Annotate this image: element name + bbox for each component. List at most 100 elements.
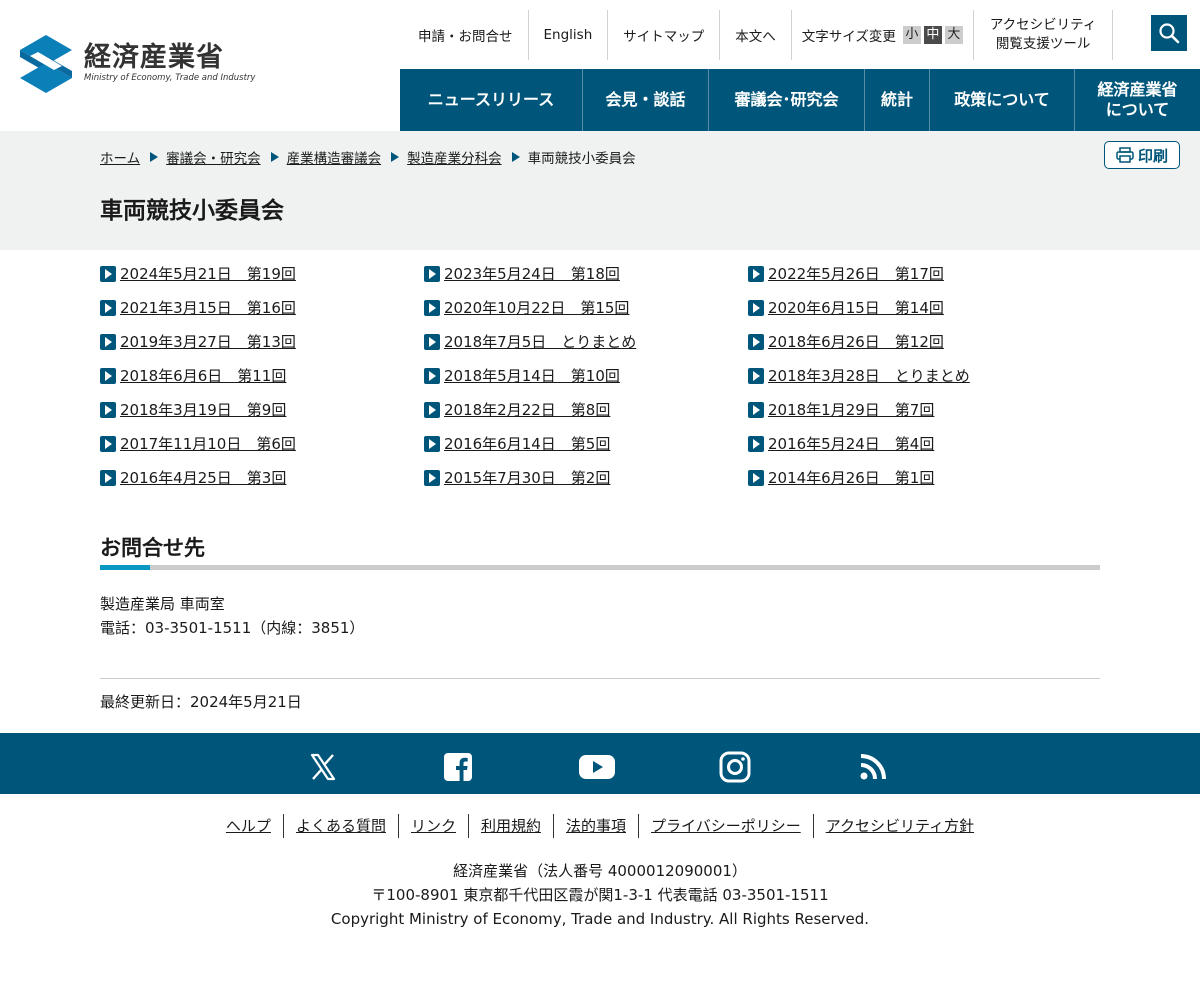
gnav-press[interactable]: 会見・談話 bbox=[583, 69, 709, 131]
footer-link[interactable]: よくある質問 bbox=[282, 814, 398, 838]
meeting-link[interactable]: 2018年5月14日 第10回 bbox=[444, 365, 620, 386]
meeting-link[interactable]: 2019年3月27日 第13回 bbox=[120, 331, 296, 352]
meeting-link[interactable]: 2018年3月19日 第9回 bbox=[120, 399, 286, 420]
print-button[interactable]: 印刷 bbox=[1104, 141, 1180, 169]
meeting-link[interactable]: 2016年4月25日 第3回 bbox=[120, 467, 286, 488]
a11y-label-line2: 閲覧支援ツール bbox=[995, 36, 1091, 52]
meeting-link-item: 2014年6月26日 第1回 bbox=[748, 466, 1100, 489]
breadcrumb-council[interactable]: 審議会・研究会 bbox=[166, 147, 261, 167]
meeting-link[interactable]: 2023年5月24日 第18回 bbox=[444, 263, 620, 284]
search-button[interactable] bbox=[1151, 15, 1187, 51]
site-logo[interactable]: 経済産業省 Ministry of Economy, Trade and Ind… bbox=[18, 32, 258, 98]
meeting-link-item: 2018年1月29日 第7回 bbox=[748, 398, 1100, 421]
skip-to-body-link[interactable]: 本文へ bbox=[720, 10, 792, 60]
contact-heading: お問合せ先 bbox=[100, 536, 205, 560]
font-size-medium-button[interactable]: 中 bbox=[923, 26, 942, 44]
arrow-right-icon bbox=[748, 265, 764, 282]
a11y-label-line1: アクセシビリティ bbox=[989, 17, 1097, 33]
font-size-small-button[interactable]: 小 bbox=[902, 26, 921, 44]
contact-phone: 電話：03-3501-1511（内線：3851） bbox=[100, 619, 365, 637]
apply-contact-link[interactable]: 申請・お問合せ bbox=[400, 10, 529, 60]
logo-name-en: Ministry of Economy, Trade and Industry bbox=[84, 73, 256, 83]
meeting-link[interactable]: 2020年10月22日 第15回 bbox=[444, 297, 629, 318]
gnav-about[interactable]: 経済産業省 について bbox=[1075, 69, 1200, 131]
meeting-link-item: 2016年4月25日 第3回 bbox=[100, 466, 424, 489]
arrow-right-icon bbox=[424, 299, 440, 316]
meeting-link[interactable]: 2022年5月26日 第17回 bbox=[768, 263, 944, 284]
meeting-link-item: 2018年6月6日 第11回 bbox=[100, 364, 424, 387]
arrow-right-icon bbox=[100, 435, 116, 452]
arrow-right-icon bbox=[748, 367, 764, 384]
meeting-link-item: 2016年5月24日 第4回 bbox=[748, 432, 1100, 455]
font-size-large-button[interactable]: 大 bbox=[944, 26, 963, 44]
meeting-link-item: 2018年7月5日 とりまとめ bbox=[424, 330, 748, 353]
arrow-right-icon bbox=[424, 265, 440, 282]
meeting-link[interactable]: 2018年6月26日 第12回 bbox=[768, 331, 944, 352]
x-icon[interactable] bbox=[306, 750, 340, 784]
breadcrumb-current: 車両競技小委員会 bbox=[527, 151, 636, 167]
divider bbox=[100, 678, 1100, 679]
meeting-link[interactable]: 2018年1月29日 第7回 bbox=[768, 399, 934, 420]
arrow-right-icon bbox=[100, 469, 116, 486]
meeting-link[interactable]: 2018年6月6日 第11回 bbox=[120, 365, 286, 386]
print-label: 印刷 bbox=[1137, 146, 1168, 165]
footer-link[interactable]: アクセシビリティ方針 bbox=[812, 814, 986, 838]
footer-link[interactable]: ヘルプ bbox=[214, 814, 283, 838]
last-updated: 最終更新日：2024年5月21日 bbox=[100, 693, 302, 711]
arrow-right-icon bbox=[100, 367, 116, 384]
meeting-link-item: 2023年5月24日 第18回 bbox=[424, 262, 748, 285]
meeting-link-item: 2018年2月22日 第8回 bbox=[424, 398, 748, 421]
page-title: 車両競技小委員会 bbox=[100, 198, 284, 224]
meeting-link[interactable]: 2018年2月22日 第8回 bbox=[444, 399, 610, 420]
gnav-news[interactable]: ニュースリリース bbox=[400, 69, 583, 131]
arrow-right-icon bbox=[424, 435, 440, 452]
meeting-link[interactable]: 2024年5月21日 第19回 bbox=[120, 263, 296, 284]
arrow-right-icon bbox=[424, 401, 440, 418]
meeting-link[interactable]: 2016年6月14日 第5回 bbox=[444, 433, 610, 454]
meeting-link-item: 2021年3月15日 第16回 bbox=[100, 296, 424, 319]
meeting-link-item: 2022年5月26日 第17回 bbox=[748, 262, 1100, 285]
meeting-link[interactable]: 2014年6月26日 第1回 bbox=[768, 467, 934, 488]
meeting-link[interactable]: 2021年3月15日 第16回 bbox=[120, 297, 296, 318]
arrow-right-icon bbox=[100, 265, 116, 282]
gnav-policy[interactable]: 政策について bbox=[930, 69, 1075, 131]
breadcrumb-manufacturing[interactable]: 製造産業分科会 bbox=[407, 147, 502, 167]
printer-icon bbox=[1116, 147, 1134, 163]
meeting-link[interactable]: 2020年6月15日 第14回 bbox=[768, 297, 944, 318]
english-link[interactable]: English bbox=[529, 10, 609, 60]
arrow-right-icon bbox=[748, 401, 764, 418]
accessibility-tool-link[interactable]: アクセシビリティ 閲覧支援ツール bbox=[974, 10, 1114, 60]
breadcrumb-home[interactable]: ホーム bbox=[100, 147, 140, 167]
instagram-icon[interactable] bbox=[718, 750, 752, 784]
rss-icon[interactable] bbox=[856, 750, 890, 784]
footer-org: 経済産業省（法人番号 4000012090001） bbox=[453, 862, 747, 880]
meeting-link[interactable]: 2018年3月28日 とりまとめ bbox=[768, 365, 970, 386]
gnav-stats[interactable]: 統計 bbox=[865, 69, 930, 131]
arrow-right-icon bbox=[748, 333, 764, 350]
meeting-link-item: 2020年6月15日 第14回 bbox=[748, 296, 1100, 319]
footer-link[interactable]: リンク bbox=[397, 814, 468, 838]
footer-link[interactable]: 利用規約 bbox=[467, 814, 553, 838]
meeting-link[interactable]: 2018年7月5日 とりまとめ bbox=[444, 331, 636, 352]
sitemap-link[interactable]: サイトマップ bbox=[608, 10, 721, 60]
meeting-link-item: 2018年6月26日 第12回 bbox=[748, 330, 1100, 353]
meeting-link[interactable]: 2016年5月24日 第4回 bbox=[768, 433, 934, 454]
meeting-link[interactable]: 2015年7月30日 第2回 bbox=[444, 467, 610, 488]
contact-department: 製造産業局 車両室 bbox=[100, 595, 225, 613]
arrow-right-icon bbox=[100, 333, 116, 350]
arrow-right-icon bbox=[100, 299, 116, 316]
youtube-icon[interactable] bbox=[579, 750, 615, 784]
gnav-council[interactable]: 審議会･研究会 bbox=[709, 69, 865, 131]
meeting-link-item: 2024年5月21日 第19回 bbox=[100, 262, 424, 285]
meeting-link-item: 2020年10月22日 第15回 bbox=[424, 296, 748, 319]
meeting-link[interactable]: 2017年11月10日 第6回 bbox=[120, 433, 296, 454]
footer-info: 経済産業省（法人番号 4000012090001） 〒100-8901 東京都千… bbox=[0, 859, 1200, 931]
footer-link[interactable]: プライバシーポリシー bbox=[638, 814, 813, 838]
arrow-right-icon bbox=[748, 299, 764, 316]
breadcrumb: ホーム 審議会・研究会 産業構造審議会 製造産業分科会 車両競技小委員会 bbox=[100, 147, 636, 167]
footer-link[interactable]: 法的事項 bbox=[552, 814, 638, 838]
breadcrumb-industrial-structure[interactable]: 産業構造審議会 bbox=[287, 147, 382, 167]
facebook-icon[interactable] bbox=[441, 750, 475, 784]
footer-copyright: Copyright Ministry of Economy, Trade and… bbox=[330, 910, 870, 928]
font-size-label: 文字サイズ変更 bbox=[801, 29, 896, 45]
